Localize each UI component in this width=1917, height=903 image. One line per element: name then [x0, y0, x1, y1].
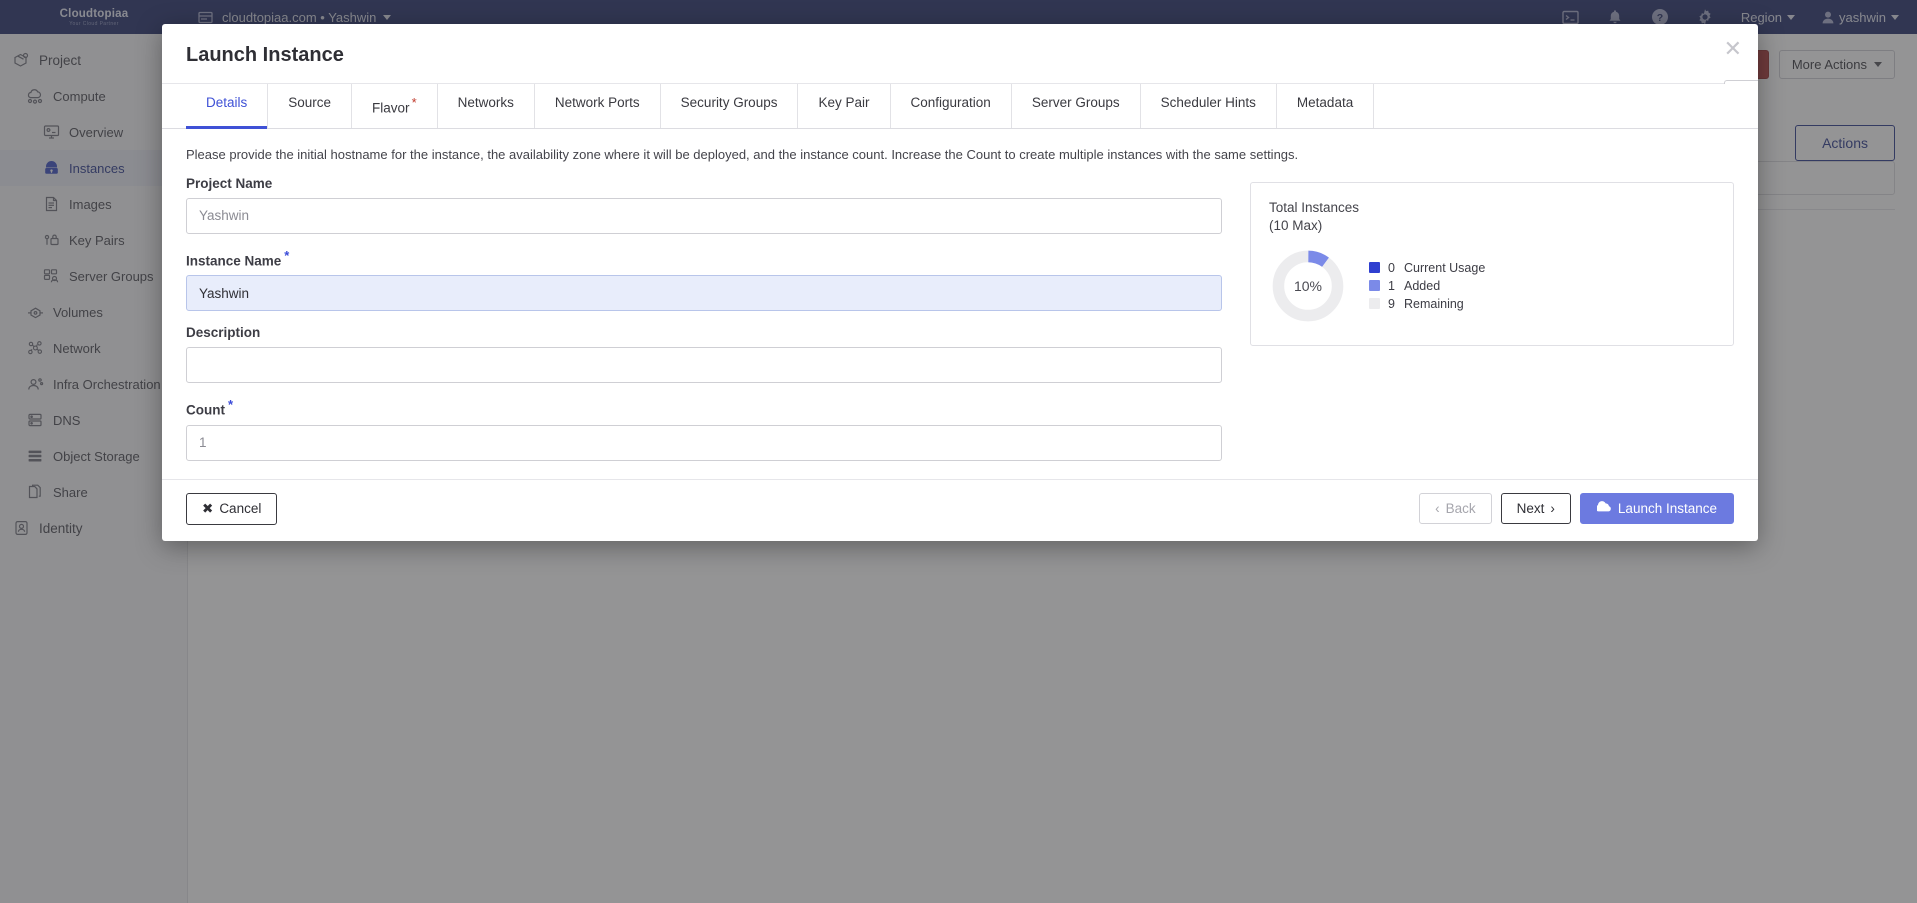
- quota-title: Total Instances (10 Max): [1269, 199, 1715, 235]
- close-icon[interactable]: ✕: [1724, 38, 1742, 60]
- field-instance-name: Instance Name*: [186, 248, 1222, 312]
- dialog-body: Please provide the initial hostname for …: [162, 129, 1758, 479]
- field-label-text: Project Name: [186, 176, 272, 191]
- tab-label: Network Ports: [555, 95, 640, 110]
- next-button[interactable]: Next ›: [1501, 493, 1571, 524]
- tab-scheduler-hints[interactable]: Scheduler Hints: [1141, 84, 1277, 128]
- tab-label: Details: [206, 95, 247, 110]
- tab-label: Security Groups: [681, 95, 778, 110]
- launch-instance-dialog: Launch Instance ✕ ? DetailsSourceFlavor*…: [162, 24, 1758, 541]
- field-label-text: Description: [186, 325, 260, 340]
- quota-title-label: Total Instances: [1269, 199, 1715, 217]
- total-instances-card: Total Instances (10 Max) 10% 0 Current Us…: [1250, 182, 1734, 346]
- legend-label: Remaining: [1404, 297, 1464, 311]
- cloud-upload-icon: [1597, 501, 1612, 516]
- donut-center-label: 10%: [1269, 247, 1347, 325]
- dialog-header: Launch Instance ✕ ?: [162, 24, 1758, 84]
- tab-label: Scheduler Hints: [1161, 95, 1256, 110]
- cancel-button[interactable]: ✖ Cancel: [186, 493, 277, 525]
- tab-label: Server Groups: [1032, 95, 1120, 110]
- tab-configuration[interactable]: Configuration: [891, 84, 1012, 128]
- legend-swatch: [1369, 262, 1380, 273]
- required-marker: *: [284, 248, 289, 263]
- x-icon: ✖: [202, 501, 213, 517]
- field-label: Project Name: [186, 176, 1222, 191]
- legend-item-added: 1 Added: [1369, 279, 1485, 293]
- tab-metadata[interactable]: Metadata: [1277, 84, 1374, 128]
- cancel-label: Cancel: [219, 501, 261, 516]
- next-label: Next: [1517, 501, 1545, 516]
- legend-swatch: [1369, 298, 1380, 309]
- tab-label: Configuration: [911, 95, 991, 110]
- donut-legend: 0 Current Usage 1 Added 9 Remaining: [1369, 261, 1485, 311]
- tab-flavor[interactable]: Flavor*: [352, 84, 438, 128]
- tab-networks[interactable]: Networks: [438, 84, 535, 128]
- back-button[interactable]: ‹ Back: [1419, 493, 1492, 524]
- details-form: Project NameInstance Name*DescriptionCou…: [186, 176, 1222, 475]
- field-label: Instance Name*: [186, 248, 1222, 269]
- tab-label: Metadata: [1297, 95, 1353, 110]
- field-count: Count*: [186, 397, 1222, 461]
- legend-label: Added: [1404, 279, 1440, 293]
- required-marker: *: [412, 95, 417, 110]
- chevron-left-icon: ‹: [1435, 501, 1440, 516]
- quota-summary-panel: Total Instances (10 Max) 10% 0 Current Us…: [1250, 176, 1734, 475]
- tab-label: Source: [288, 95, 331, 110]
- field-label-text: Count: [186, 403, 225, 418]
- field-label-text: Instance Name: [186, 253, 281, 268]
- project-name-input[interactable]: [186, 198, 1222, 234]
- tab-label: Networks: [458, 95, 514, 110]
- footer-right-actions: ‹ Back Next › Launch Instance: [1419, 493, 1734, 524]
- tab-key-pair[interactable]: Key Pair: [798, 84, 890, 128]
- quota-chart-row: 10% 0 Current Usage 1 Added 9 Remaining: [1269, 247, 1715, 325]
- quota-subtitle-label: (10 Max): [1269, 217, 1715, 235]
- launch-label: Launch Instance: [1618, 501, 1717, 516]
- dialog-footer: ✖ Cancel ‹ Back Next › Launch Instance: [162, 479, 1758, 541]
- tab-server-groups[interactable]: Server Groups: [1012, 84, 1141, 128]
- tab-source[interactable]: Source: [268, 84, 352, 128]
- field-description: Description: [186, 325, 1222, 383]
- tab-label: Key Pair: [818, 95, 869, 110]
- legend-value: 1: [1388, 279, 1396, 293]
- legend-swatch: [1369, 280, 1380, 291]
- launch-instance-button[interactable]: Launch Instance: [1580, 493, 1734, 524]
- body-columns: Project NameInstance Name*DescriptionCou…: [186, 176, 1734, 475]
- tab-details[interactable]: Details: [186, 84, 268, 128]
- instance-name-input[interactable]: [186, 275, 1222, 311]
- tab-label: Flavor: [372, 101, 410, 116]
- field-label: Description: [186, 325, 1222, 340]
- dialog-hint-text: Please provide the initial hostname for …: [186, 147, 1734, 162]
- legend-item-remaining: 9 Remaining: [1369, 297, 1485, 311]
- field-label: Count*: [186, 397, 1222, 418]
- instances-donut-chart: 10%: [1269, 247, 1347, 325]
- legend-item-current-usage: 0 Current Usage: [1369, 261, 1485, 275]
- required-marker: *: [228, 397, 233, 412]
- back-label: Back: [1446, 501, 1476, 516]
- legend-label: Current Usage: [1404, 261, 1485, 275]
- wizard-tab-list: Details Source Flavor* Networks Network Port…: [162, 84, 1758, 129]
- field-project-name: Project Name: [186, 176, 1222, 234]
- chevron-right-icon: ›: [1550, 501, 1555, 516]
- tab-network-ports[interactable]: Network Ports: [535, 84, 661, 128]
- legend-value: 0: [1388, 261, 1396, 275]
- tab-security-groups[interactable]: Security Groups: [661, 84, 799, 128]
- legend-value: 9: [1388, 297, 1396, 311]
- description-input[interactable]: [186, 347, 1222, 383]
- count-input[interactable]: [186, 425, 1222, 461]
- dialog-title: Launch Instance: [186, 44, 1734, 67]
